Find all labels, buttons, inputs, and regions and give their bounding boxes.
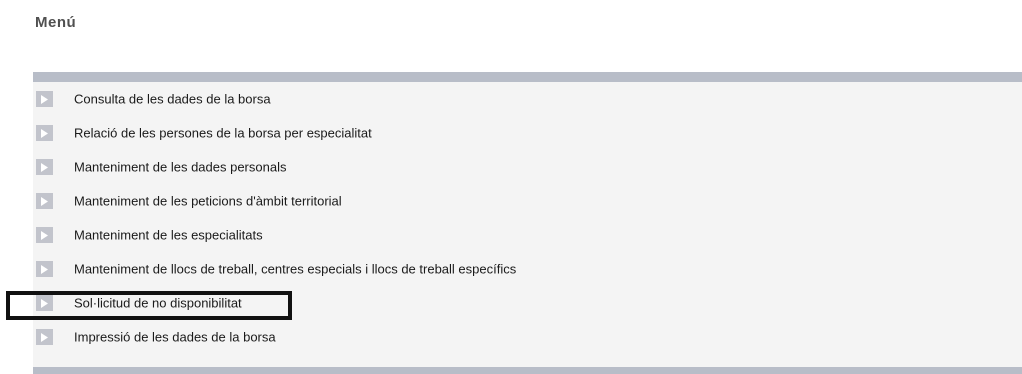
arrow-right-icon <box>36 91 53 107</box>
arrow-right-icon <box>36 227 53 243</box>
menu-item-label: Manteniment de llocs de treball, centres… <box>74 261 517 277</box>
menu-item-label: Manteniment de les peticions d'àmbit ter… <box>74 193 342 209</box>
menu-top-bar <box>33 72 1022 82</box>
menu-item-peticions-ambit[interactable]: Manteniment de les peticions d'àmbit ter… <box>33 184 1022 218</box>
menu-item-relacio-persones[interactable]: Relació de les persones de la borsa per … <box>33 116 1022 150</box>
menu-item-consulta-dades-borsa[interactable]: Consulta de les dades de la borsa <box>33 82 1022 116</box>
arrow-right-icon <box>36 193 53 209</box>
arrow-right-icon <box>36 261 53 277</box>
arrow-right-icon <box>36 159 53 175</box>
menu-item-llocs-treball[interactable]: Manteniment de llocs de treball, centres… <box>33 252 1022 286</box>
menu-title: Menú <box>35 14 77 31</box>
menu-item-impressio-dades[interactable]: Impressió de les dades de la borsa <box>33 320 1022 354</box>
menu-item-dades-personals[interactable]: Manteniment de les dades personals <box>33 150 1022 184</box>
menu-item-label: Impressió de les dades de la borsa <box>74 329 276 345</box>
menu-item-label: Manteniment de les especialitats <box>74 227 263 243</box>
menu-bottom-bar <box>33 367 1022 374</box>
highlight-box <box>6 291 292 320</box>
menu-item-especialitats[interactable]: Manteniment de les especialitats <box>33 218 1022 252</box>
menu-item-label: Manteniment de les dades personals <box>74 159 287 175</box>
menu-item-label: Consulta de les dades de la borsa <box>74 91 271 107</box>
arrow-right-icon <box>36 125 53 141</box>
menu-item-label: Relació de les persones de la borsa per … <box>74 125 372 141</box>
arrow-right-icon <box>36 329 53 345</box>
